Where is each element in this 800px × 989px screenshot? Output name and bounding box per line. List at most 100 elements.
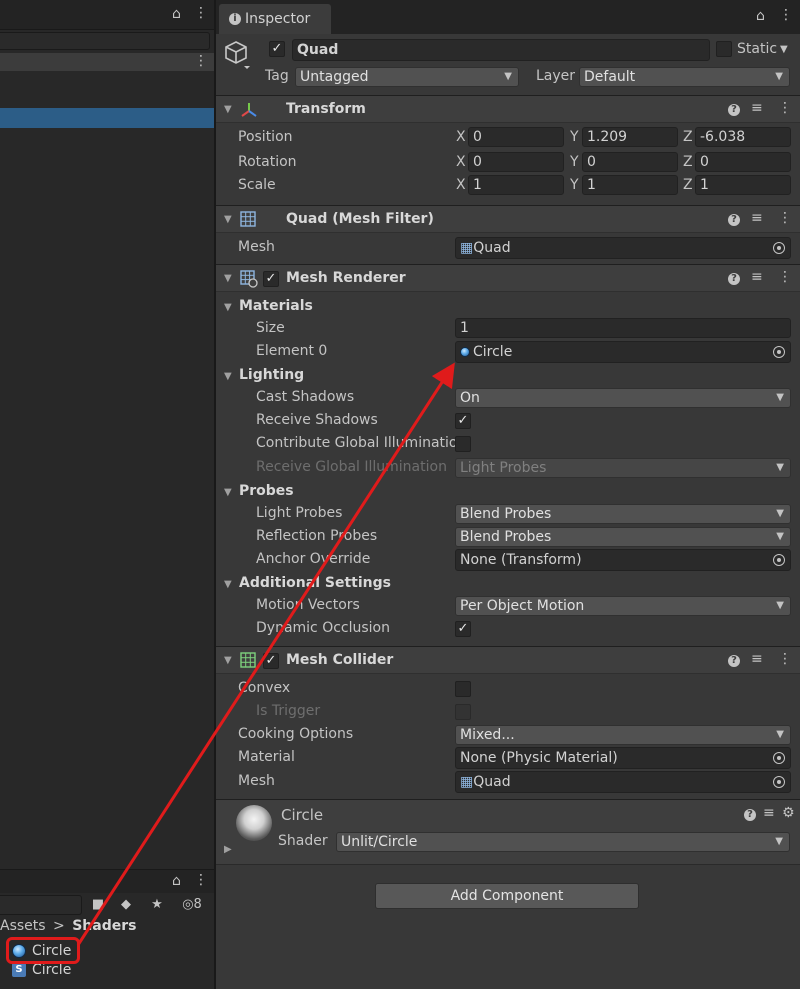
materials-label[interactable]: Materials: [239, 298, 313, 314]
scale-z-field[interactable]: 1: [695, 175, 791, 195]
scene-menu-icon[interactable]: ⋮: [194, 53, 208, 69]
rotation-y-label[interactable]: Y: [570, 154, 579, 170]
cooking-options-dropdown[interactable]: Mixed... ▼: [455, 725, 791, 745]
scale-z-label[interactable]: Z: [683, 177, 693, 193]
lock-icon[interactable]: ⌂: [172, 873, 181, 889]
position-x-field[interactable]: 0: [468, 127, 564, 147]
more-menu-icon[interactable]: ⋮: [778, 269, 792, 285]
gameobject-cube-icon[interactable]: [224, 40, 250, 70]
foldout-arrow-icon[interactable]: ▼: [224, 104, 232, 115]
position-z-label[interactable]: Z: [683, 129, 693, 145]
physic-material-field[interactable]: None (Physic Material): [455, 747, 791, 769]
position-z-field[interactable]: -6.038: [695, 127, 791, 147]
motion-vectors-dropdown[interactable]: Per Object Motion ▼: [455, 596, 791, 616]
rotation-y-field[interactable]: 0: [582, 152, 678, 172]
scale-x-label[interactable]: X: [456, 177, 466, 193]
hidden-packages-button[interactable]: ◎8: [174, 895, 210, 915]
object-picker-icon[interactable]: [773, 752, 785, 764]
object-picker-icon[interactable]: [773, 554, 785, 566]
scale-y-label[interactable]: Y: [570, 177, 579, 193]
rotation-z-field[interactable]: 0: [695, 152, 791, 172]
presets-icon[interactable]: ≡: [763, 805, 775, 821]
material-preview-sphere[interactable]: [236, 805, 272, 841]
static-dropdown-chevron-icon[interactable]: ▼: [780, 44, 788, 55]
mesh-collider-header[interactable]: ▼ ✓ Mesh Collider ? ≡ ⋮: [216, 646, 800, 674]
hierarchy-selected-row[interactable]: [0, 108, 214, 128]
settings-gear-icon[interactable]: ⚙: [782, 805, 795, 821]
help-icon[interactable]: ?: [728, 214, 740, 226]
favorites-star-icon[interactable]: ★: [145, 895, 169, 915]
help-icon[interactable]: ?: [728, 655, 740, 667]
more-menu-icon[interactable]: ⋮: [194, 5, 208, 21]
hierarchy-search-input[interactable]: [0, 32, 210, 50]
additional-settings-foldout-icon[interactable]: ▼: [224, 579, 232, 590]
scale-x-field[interactable]: 1: [468, 175, 564, 195]
mesh-collider-enabled-checkbox[interactable]: ✓: [263, 653, 279, 669]
lock-icon[interactable]: ⌂: [756, 8, 765, 24]
receive-shadows-checkbox[interactable]: ✓: [455, 413, 471, 429]
foldout-arrow-icon[interactable]: ▼: [224, 273, 232, 284]
presets-icon[interactable]: ≡: [751, 100, 763, 116]
dynamic-occlusion-checkbox[interactable]: ✓: [455, 621, 471, 637]
cast-shadows-dropdown[interactable]: On ▼: [455, 388, 791, 408]
additional-settings-label[interactable]: Additional Settings: [239, 575, 391, 591]
object-picker-icon[interactable]: [773, 346, 785, 358]
light-probes-dropdown[interactable]: Blend Probes ▼: [455, 504, 791, 524]
element0-material-field[interactable]: Circle: [455, 341, 791, 363]
layer-dropdown[interactable]: Default ▼: [579, 67, 790, 87]
materials-foldout-icon[interactable]: ▼: [224, 302, 232, 313]
foldout-arrow-icon[interactable]: ▼: [224, 655, 232, 666]
more-menu-icon[interactable]: ⋮: [778, 100, 792, 116]
mesh-renderer-enabled-checkbox[interactable]: ✓: [263, 271, 279, 287]
material-foldout-icon[interactable]: ▶: [224, 844, 232, 855]
object-picker-icon[interactable]: [773, 776, 785, 788]
more-menu-icon[interactable]: ⋮: [778, 210, 792, 226]
more-menu-icon[interactable]: ⋮: [778, 651, 792, 667]
collider-mesh-field[interactable]: ▦Quad: [455, 771, 791, 793]
shader-dropdown[interactable]: Unlit/Circle ▼: [336, 832, 790, 852]
transform-header[interactable]: ▼ Transform ? ≡ ⋮: [216, 95, 800, 123]
static-checkbox[interactable]: [716, 41, 732, 57]
help-icon[interactable]: ?: [728, 273, 740, 285]
lock-icon[interactable]: ⌂: [172, 6, 181, 22]
object-name-input[interactable]: Quad: [292, 39, 710, 61]
filter-label-icon[interactable]: ◆: [114, 895, 138, 915]
breadcrumb-shaders[interactable]: Shaders: [72, 918, 136, 934]
active-checkbox[interactable]: ✓: [269, 41, 285, 57]
position-x-label[interactable]: X: [456, 129, 466, 145]
lighting-label[interactable]: Lighting: [239, 367, 304, 383]
project-search-input[interactable]: [0, 895, 82, 915]
rotation-x-label[interactable]: X: [456, 154, 466, 170]
mesh-object-field[interactable]: ▦Quad: [455, 237, 791, 259]
add-component-button[interactable]: Add Component: [375, 883, 639, 909]
materials-size-field[interactable]: 1: [455, 318, 791, 338]
more-menu-icon[interactable]: ⋮: [779, 7, 793, 23]
lighting-foldout-icon[interactable]: ▼: [224, 371, 232, 382]
rotation-z-label[interactable]: Z: [683, 154, 693, 170]
reflection-probes-dropdown[interactable]: Blend Probes ▼: [455, 527, 791, 547]
presets-icon[interactable]: ≡: [751, 210, 763, 226]
rotation-x-field[interactable]: 0: [468, 152, 564, 172]
help-icon[interactable]: ?: [728, 104, 740, 116]
convex-checkbox[interactable]: [455, 681, 471, 697]
probes-foldout-icon[interactable]: ▼: [224, 487, 232, 498]
presets-icon[interactable]: ≡: [751, 269, 763, 285]
tag-dropdown[interactable]: Untagged ▼: [295, 67, 519, 87]
more-menu-icon[interactable]: ⋮: [194, 872, 208, 888]
position-y-label[interactable]: Y: [570, 129, 579, 145]
scene-header-row[interactable]: ⋮: [0, 53, 214, 71]
foldout-arrow-icon[interactable]: ▼: [224, 214, 232, 225]
scale-y-field[interactable]: 1: [582, 175, 678, 195]
position-y-field[interactable]: 1.209: [582, 127, 678, 147]
help-icon[interactable]: ?: [744, 809, 756, 821]
mesh-renderer-header[interactable]: ▼ ✓ Mesh Renderer ? ≡ ⋮: [216, 264, 800, 292]
contribute-gi-checkbox[interactable]: [455, 436, 471, 452]
anchor-override-field[interactable]: None (Transform): [455, 549, 791, 571]
filter-type-icon[interactable]: ■: [86, 895, 110, 915]
probes-label[interactable]: Probes: [239, 483, 294, 499]
mesh-filter-header[interactable]: ▼ Quad (Mesh Filter) ? ≡ ⋮: [216, 205, 800, 233]
breadcrumb-assets[interactable]: Assets: [0, 918, 46, 934]
presets-icon[interactable]: ≡: [751, 651, 763, 667]
tab-inspector[interactable]: i Inspector: [219, 4, 331, 34]
object-picker-icon[interactable]: [773, 242, 785, 254]
